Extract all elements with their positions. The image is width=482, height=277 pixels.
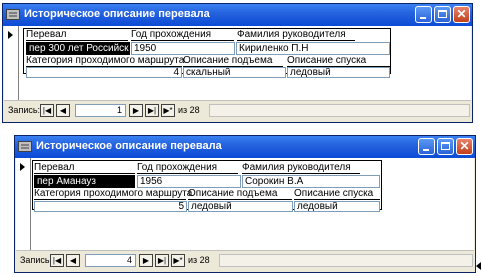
ascent-field[interactable]: скальный — [183, 67, 286, 78]
ascent-field[interactable]: ледовый — [188, 201, 293, 212]
new-record-icon[interactable]: ▶* — [171, 254, 185, 267]
last-record-icon[interactable]: ▶| — [155, 254, 169, 267]
category-field[interactable]: 4 — [26, 67, 182, 78]
record-label: Запись: — [8, 105, 41, 115]
minimize-button[interactable] — [415, 6, 432, 23]
next-record-icon[interactable]: ▶ — [139, 254, 153, 267]
record-selector[interactable] — [16, 158, 31, 250]
record-count: из 28 — [178, 105, 200, 115]
title-bar[interactable]: Историческое описание перевала ✕ — [15, 136, 475, 158]
window-title: Историческое описание перевала — [24, 8, 210, 20]
year-field[interactable]: 1950 — [131, 42, 235, 55]
form-detail: Перевал Год прохождения Фамилия руководи… — [4, 26, 471, 100]
ascent-label: Описание подъема — [183, 56, 283, 67]
navigation-bar: Запись: |◀ ◀ 1 ▶ ▶| ▶* из 28 — [4, 100, 471, 121]
current-record-icon — [20, 163, 25, 171]
maximize-button[interactable] — [434, 6, 451, 23]
close-button[interactable]: ✕ — [453, 6, 470, 23]
leader-label: Фамилия руководителя — [242, 163, 360, 174]
category-label: Категория проходимого маршрута — [34, 188, 193, 200]
record-number-input[interactable]: 1 — [75, 104, 126, 117]
descent-field[interactable]: ледовый — [294, 201, 380, 212]
horizontal-scrollbar[interactable] — [209, 104, 470, 117]
first-record-icon[interactable]: |◀ — [50, 254, 64, 267]
category-label: Категория проходимого маршрута — [26, 55, 185, 67]
form-window-2: Историческое описание перевала ✕ Перевал… — [14, 135, 476, 273]
descent-label: Описание спуска — [294, 189, 380, 200]
form-icon — [6, 9, 20, 20]
year-field[interactable]: 1956 — [137, 175, 241, 188]
form-window-1: Историческое описание перевала ✕ Перевал… — [2, 3, 473, 123]
window-title: Историческое описание перевала — [36, 140, 222, 152]
navigation-bar: Запись: |◀ ◀ 4 ▶ ▶| ▶* из 28 — [16, 250, 474, 271]
new-record-icon[interactable]: ▶* — [161, 104, 175, 117]
last-record-icon[interactable]: ▶| — [145, 104, 159, 117]
leader-field[interactable]: Кириленко П.Н — [236, 42, 390, 55]
horizontal-scrollbar[interactable] — [219, 254, 473, 267]
year-label: Год прохождения — [137, 163, 238, 174]
pass-field[interactable]: пер Аманауз — [34, 175, 135, 188]
leader-label: Фамилия руководителя — [237, 30, 355, 41]
category-field[interactable]: 5 — [34, 201, 187, 212]
previous-record-icon[interactable]: ◀ — [56, 104, 70, 117]
next-record-icon[interactable]: ▶ — [129, 104, 143, 117]
year-label: Год прохождения — [131, 30, 234, 41]
record-label: Запись: — [20, 255, 53, 265]
form-icon — [18, 141, 32, 152]
pass-field[interactable]: пер 300 лет Российскому — [26, 42, 130, 55]
pointer-icon — [476, 262, 481, 270]
title-bar[interactable]: Историческое описание перевала ✕ — [3, 4, 472, 26]
record-number-input[interactable]: 4 — [85, 254, 136, 267]
record-count: из 28 — [188, 255, 210, 265]
pass-label: Перевал — [34, 163, 135, 174]
pass-label: Перевал — [26, 30, 128, 41]
current-record-icon — [8, 31, 13, 39]
record-selector[interactable] — [4, 26, 19, 100]
minimize-button[interactable] — [418, 138, 435, 155]
descent-label: Описание спуска — [287, 56, 390, 67]
maximize-button[interactable] — [437, 138, 454, 155]
first-record-icon[interactable]: |◀ — [40, 104, 54, 117]
form-detail: Перевал Год прохождения Фамилия руководи… — [16, 158, 474, 250]
ascent-label: Описание подъема — [188, 189, 292, 200]
previous-record-icon[interactable]: ◀ — [66, 254, 80, 267]
close-button[interactable]: ✕ — [456, 138, 473, 155]
leader-field[interactable]: Сорокин В.А — [242, 175, 380, 188]
descent-field[interactable]: ледовый — [287, 67, 390, 78]
